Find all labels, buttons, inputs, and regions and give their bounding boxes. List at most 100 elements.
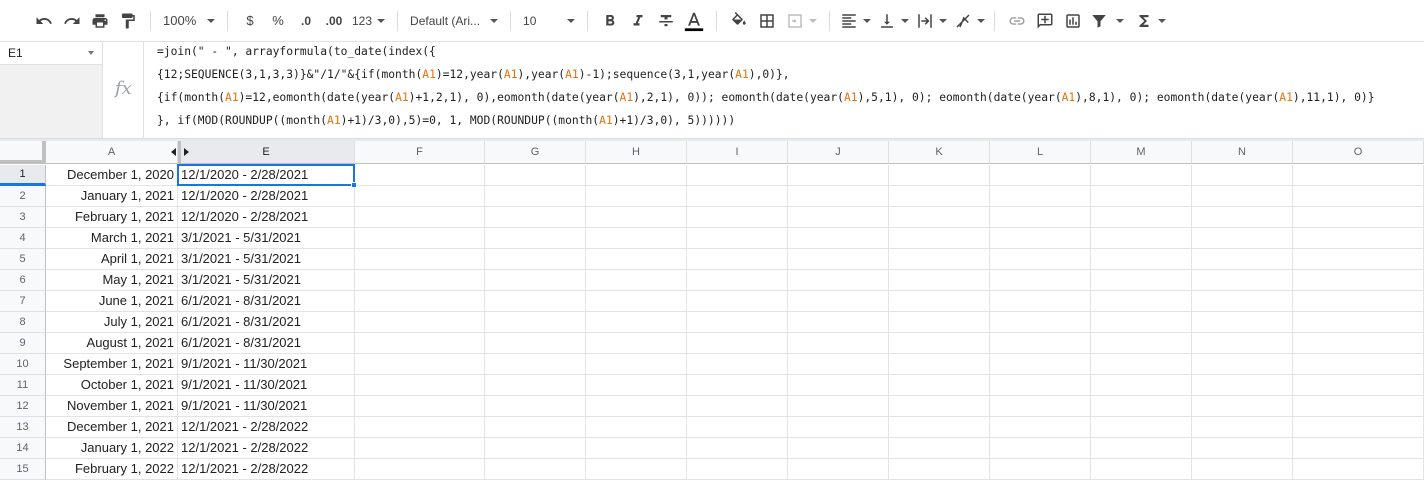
cell-f3[interactable] (355, 207, 485, 228)
fill-color-button[interactable] (725, 7, 753, 35)
cell-h15[interactable] (586, 459, 687, 480)
cell-e14[interactable]: 12/1/2021 - 2/28/2022 (178, 438, 355, 459)
row-header[interactable]: 6 (0, 270, 46, 291)
cell-j10[interactable] (788, 354, 889, 375)
cell-j13[interactable] (788, 417, 889, 438)
cell-a1[interactable]: December 1, 2020 (46, 165, 178, 186)
cell-n8[interactable] (1192, 312, 1293, 333)
cell-m7[interactable] (1091, 291, 1192, 312)
cell-o10[interactable] (1293, 354, 1424, 375)
cell-i3[interactable] (687, 207, 788, 228)
insert-chart-button[interactable] (1059, 7, 1087, 35)
hidden-columns-marker[interactable] (178, 141, 181, 164)
column-header-k[interactable]: K (889, 141, 990, 164)
row-header[interactable]: 10 (0, 354, 46, 375)
cell-k2[interactable] (889, 186, 990, 207)
cell-a2[interactable]: January 1, 2021 (46, 186, 178, 207)
cell-e9[interactable]: 6/1/2021 - 8/31/2021 (178, 333, 355, 354)
fill-handle[interactable] (351, 182, 357, 188)
cell-a3[interactable]: February 1, 2021 (46, 207, 178, 228)
unhide-left-arrow-icon[interactable] (171, 148, 176, 156)
cell-a4[interactable]: March 1, 2021 (46, 228, 178, 249)
cell-g9[interactable] (485, 333, 586, 354)
cell-i5[interactable] (687, 249, 788, 270)
cell-n11[interactable] (1192, 375, 1293, 396)
cell-o1[interactable] (1293, 165, 1424, 186)
column-header-f[interactable]: F (355, 141, 485, 164)
column-header-o[interactable]: O (1293, 141, 1424, 164)
column-header-g[interactable]: G (485, 141, 586, 164)
borders-button[interactable] (753, 7, 781, 35)
cell-l14[interactable] (990, 438, 1091, 459)
cell-m2[interactable] (1091, 186, 1192, 207)
cell-n14[interactable] (1192, 438, 1293, 459)
cell-o9[interactable] (1293, 333, 1424, 354)
column-header-e[interactable]: E (178, 141, 355, 164)
row-header[interactable]: 9 (0, 333, 46, 354)
font-family-dropdown[interactable]: Default (Ari... (406, 7, 502, 35)
cell-h4[interactable] (586, 228, 687, 249)
cell-h2[interactable] (586, 186, 687, 207)
cell-a10[interactable]: September 1, 2021 (46, 354, 178, 375)
cell-k4[interactable] (889, 228, 990, 249)
cell-n2[interactable] (1192, 186, 1293, 207)
cell-n9[interactable] (1192, 333, 1293, 354)
percent-format-button[interactable]: % (264, 7, 292, 35)
cell-k8[interactable] (889, 312, 990, 333)
cell-n15[interactable] (1192, 459, 1293, 480)
increase-decimal-button[interactable]: .00 (320, 7, 348, 35)
cell-i8[interactable] (687, 312, 788, 333)
cell-m12[interactable] (1091, 396, 1192, 417)
cell-g14[interactable] (485, 438, 586, 459)
row-header[interactable]: 2 (0, 186, 46, 207)
cell-k11[interactable] (889, 375, 990, 396)
cell-f11[interactable] (355, 375, 485, 396)
cell-m11[interactable] (1091, 375, 1192, 396)
cell-l7[interactable] (990, 291, 1091, 312)
cell-i12[interactable] (687, 396, 788, 417)
cell-h5[interactable] (586, 249, 687, 270)
cell-m10[interactable] (1091, 354, 1192, 375)
cell-i15[interactable] (687, 459, 788, 480)
cell-n4[interactable] (1192, 228, 1293, 249)
cell-k13[interactable] (889, 417, 990, 438)
cell-e8[interactable]: 6/1/2021 - 8/31/2021 (178, 312, 355, 333)
cell-l13[interactable] (990, 417, 1091, 438)
cell-a6[interactable]: May 1, 2021 (46, 270, 178, 291)
cell-g8[interactable] (485, 312, 586, 333)
cell-f2[interactable] (355, 186, 485, 207)
cell-l2[interactable] (990, 186, 1091, 207)
cell-f4[interactable] (355, 228, 485, 249)
cell-o8[interactable] (1293, 312, 1424, 333)
insert-link-button[interactable] (1003, 7, 1031, 35)
cell-f10[interactable] (355, 354, 485, 375)
cell-h10[interactable] (586, 354, 687, 375)
cell-f1[interactable] (355, 165, 485, 186)
merge-cells-button[interactable] (781, 7, 821, 35)
cell-h11[interactable] (586, 375, 687, 396)
row-header[interactable]: 7 (0, 291, 46, 312)
cell-g10[interactable] (485, 354, 586, 375)
cell-o13[interactable] (1293, 417, 1424, 438)
functions-button[interactable] (1133, 7, 1167, 35)
cell-g3[interactable] (485, 207, 586, 228)
cell-a8[interactable]: July 1, 2021 (46, 312, 178, 333)
cell-f5[interactable] (355, 249, 485, 270)
cell-m9[interactable] (1091, 333, 1192, 354)
cell-e5[interactable]: 3/1/2021 - 5/31/2021 (178, 249, 355, 270)
cell-o3[interactable] (1293, 207, 1424, 228)
cell-g4[interactable] (485, 228, 586, 249)
column-header-n[interactable]: N (1192, 141, 1293, 164)
column-header-i[interactable]: I (687, 141, 788, 164)
cell-j12[interactable] (788, 396, 889, 417)
strikethrough-button[interactable] (652, 7, 680, 35)
cell-a14[interactable]: January 1, 2022 (46, 438, 178, 459)
cell-e6[interactable]: 3/1/2021 - 5/31/2021 (178, 270, 355, 291)
insert-comment-button[interactable] (1031, 7, 1059, 35)
cell-g13[interactable] (485, 417, 586, 438)
cell-n1[interactable] (1192, 165, 1293, 186)
cell-j3[interactable] (788, 207, 889, 228)
cell-e15[interactable]: 12/1/2021 - 2/28/2022 (178, 459, 355, 480)
zoom-dropdown[interactable]: 100% (159, 7, 219, 35)
cell-a9[interactable]: August 1, 2021 (46, 333, 178, 354)
